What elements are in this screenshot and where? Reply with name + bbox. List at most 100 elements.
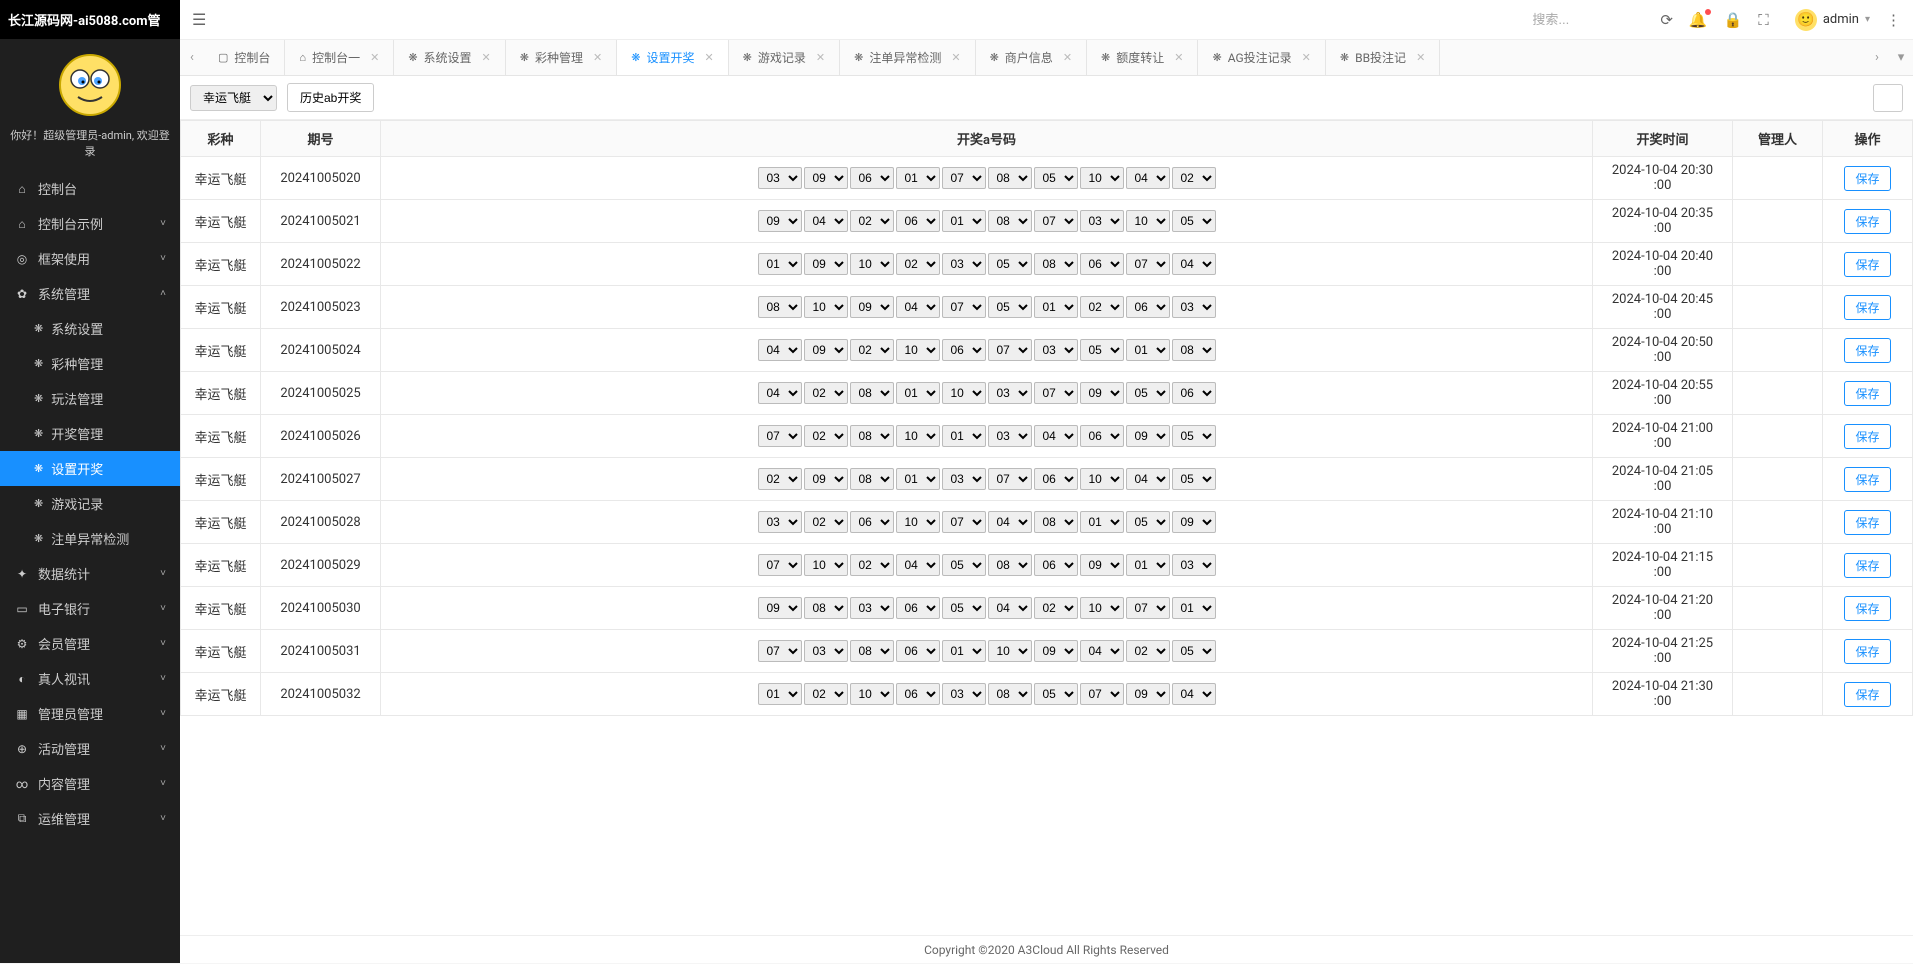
number-select[interactable]: 01020304050607080910 [1126, 597, 1170, 619]
close-icon[interactable]: ✕ [370, 51, 379, 64]
number-select[interactable]: 01020304050607080910 [758, 511, 802, 533]
number-select[interactable]: 01020304050607080910 [1126, 425, 1170, 447]
number-select[interactable]: 01020304050607080910 [1126, 253, 1170, 275]
save-button[interactable]: 保存 [1844, 553, 1890, 578]
menu-item[interactable]: ◎框架使用˅ [0, 241, 180, 276]
number-select[interactable]: 01020304050607080910 [804, 597, 848, 619]
number-select[interactable]: 01020304050607080910 [804, 640, 848, 662]
number-select[interactable]: 01020304050607080910 [1080, 253, 1124, 275]
tab[interactable]: ❋BB投注记✕ [1326, 40, 1440, 75]
save-button[interactable]: 保存 [1844, 338, 1890, 363]
menu-item[interactable]: ✿系统管理˄ [0, 276, 180, 311]
number-select[interactable]: 01020304050607080910 [1126, 468, 1170, 490]
number-select[interactable]: 01020304050607080910 [1126, 296, 1170, 318]
menu-item[interactable]: ⧉运维管理˅ [0, 801, 180, 836]
number-select[interactable]: 01020304050607080910 [896, 167, 940, 189]
number-select[interactable]: 01020304050607080910 [1034, 554, 1078, 576]
save-button[interactable]: 保存 [1844, 510, 1890, 535]
number-select[interactable]: 01020304050607080910 [942, 511, 986, 533]
number-select[interactable]: 01020304050607080910 [804, 296, 848, 318]
number-select[interactable]: 01020304050607080910 [1034, 253, 1078, 275]
number-select[interactable]: 01020304050607080910 [1172, 296, 1216, 318]
number-select[interactable]: 01020304050607080910 [896, 296, 940, 318]
number-select[interactable]: 01020304050607080910 [758, 425, 802, 447]
number-select[interactable]: 01020304050607080910 [1034, 511, 1078, 533]
number-select[interactable]: 01020304050607080910 [896, 210, 940, 232]
number-select[interactable]: 01020304050607080910 [1172, 554, 1216, 576]
tab[interactable]: ❋AG投注记录✕ [1198, 40, 1325, 75]
number-select[interactable]: 01020304050607080910 [1172, 210, 1216, 232]
save-button[interactable]: 保存 [1844, 252, 1890, 277]
number-select[interactable]: 01020304050607080910 [1034, 296, 1078, 318]
tabs-scroll-right[interactable]: › [1865, 40, 1889, 75]
number-select[interactable]: 01020304050607080910 [988, 511, 1032, 533]
number-select[interactable]: 01020304050607080910 [758, 597, 802, 619]
lottery-select[interactable]: 幸运飞艇 [190, 85, 277, 111]
number-select[interactable]: 01020304050607080910 [1172, 468, 1216, 490]
number-select[interactable]: 01020304050607080910 [1034, 167, 1078, 189]
save-button[interactable]: 保存 [1844, 295, 1890, 320]
number-select[interactable]: 01020304050607080910 [758, 683, 802, 705]
close-icon[interactable]: ✕ [951, 51, 960, 64]
menu-item[interactable]: ⚙会员管理˅ [0, 626, 180, 661]
number-select[interactable]: 01020304050607080910 [942, 554, 986, 576]
close-icon[interactable]: ✕ [593, 51, 602, 64]
number-select[interactable]: 01020304050607080910 [1172, 640, 1216, 662]
save-button[interactable]: 保存 [1844, 424, 1890, 449]
tab[interactable]: ❋商户信息✕ [976, 40, 1087, 75]
number-select[interactable]: 01020304050607080910 [1080, 554, 1124, 576]
save-button[interactable]: 保存 [1844, 596, 1890, 621]
close-icon[interactable]: ✕ [482, 51, 491, 64]
number-select[interactable]: 01020304050607080910 [1172, 382, 1216, 404]
number-select[interactable]: 01020304050607080910 [988, 640, 1032, 662]
tab[interactable]: ❋游戏记录✕ [729, 40, 840, 75]
number-select[interactable]: 01020304050607080910 [1034, 640, 1078, 662]
number-select[interactable]: 01020304050607080910 [1172, 339, 1216, 361]
number-select[interactable]: 01020304050607080910 [758, 640, 802, 662]
number-select[interactable]: 01020304050607080910 [942, 296, 986, 318]
submenu-item[interactable]: ❋注单异常检测 [0, 521, 180, 556]
number-select[interactable]: 01020304050607080910 [850, 425, 894, 447]
number-select[interactable]: 01020304050607080910 [758, 167, 802, 189]
number-select[interactable]: 01020304050607080910 [1034, 339, 1078, 361]
history-button[interactable]: 历史ab开奖 [287, 83, 374, 112]
number-select[interactable]: 01020304050607080910 [1034, 468, 1078, 490]
number-select[interactable]: 01020304050607080910 [850, 167, 894, 189]
number-select[interactable]: 01020304050607080910 [804, 425, 848, 447]
save-button[interactable]: 保存 [1844, 166, 1890, 191]
number-select[interactable]: 01020304050607080910 [942, 339, 986, 361]
number-select[interactable]: 01020304050607080910 [942, 425, 986, 447]
number-select[interactable]: 01020304050607080910 [804, 210, 848, 232]
number-select[interactable]: 01020304050607080910 [1034, 382, 1078, 404]
number-select[interactable]: 01020304050607080910 [1080, 683, 1124, 705]
number-select[interactable]: 01020304050607080910 [850, 468, 894, 490]
refresh-icon[interactable]: ⟳ [1660, 11, 1673, 29]
number-select[interactable]: 01020304050607080910 [804, 468, 848, 490]
menu-item[interactable]: ⌂控制台 [0, 171, 180, 206]
number-select[interactable]: 01020304050607080910 [942, 253, 986, 275]
number-select[interactable]: 01020304050607080910 [1126, 554, 1170, 576]
number-select[interactable]: 01020304050607080910 [850, 597, 894, 619]
menu-item[interactable]: ⌂控制台示例˅ [0, 206, 180, 241]
number-select[interactable]: 01020304050607080910 [896, 554, 940, 576]
number-select[interactable]: 01020304050607080910 [1126, 511, 1170, 533]
number-select[interactable]: 01020304050607080910 [942, 167, 986, 189]
number-select[interactable]: 01020304050607080910 [1080, 210, 1124, 232]
number-select[interactable]: 01020304050607080910 [988, 253, 1032, 275]
search-input[interactable] [1524, 8, 1644, 31]
user-menu[interactable]: 🙂 admin ▾ [1795, 9, 1870, 31]
number-select[interactable]: 01020304050607080910 [758, 210, 802, 232]
number-select[interactable]: 01020304050607080910 [988, 296, 1032, 318]
number-select[interactable]: 01020304050607080910 [804, 511, 848, 533]
number-select[interactable]: 01020304050607080910 [896, 425, 940, 447]
number-select[interactable]: 01020304050607080910 [896, 468, 940, 490]
number-select[interactable]: 01020304050607080910 [1034, 425, 1078, 447]
tab[interactable]: ❋系统设置✕ [394, 40, 505, 75]
number-select[interactable]: 01020304050607080910 [988, 210, 1032, 232]
number-select[interactable]: 01020304050607080910 [758, 554, 802, 576]
submenu-item[interactable]: ❋开奖管理 [0, 416, 180, 451]
number-select[interactable]: 01020304050607080910 [988, 597, 1032, 619]
number-select[interactable]: 01020304050607080910 [988, 425, 1032, 447]
number-select[interactable]: 01020304050607080910 [804, 554, 848, 576]
number-select[interactable]: 01020304050607080910 [758, 339, 802, 361]
